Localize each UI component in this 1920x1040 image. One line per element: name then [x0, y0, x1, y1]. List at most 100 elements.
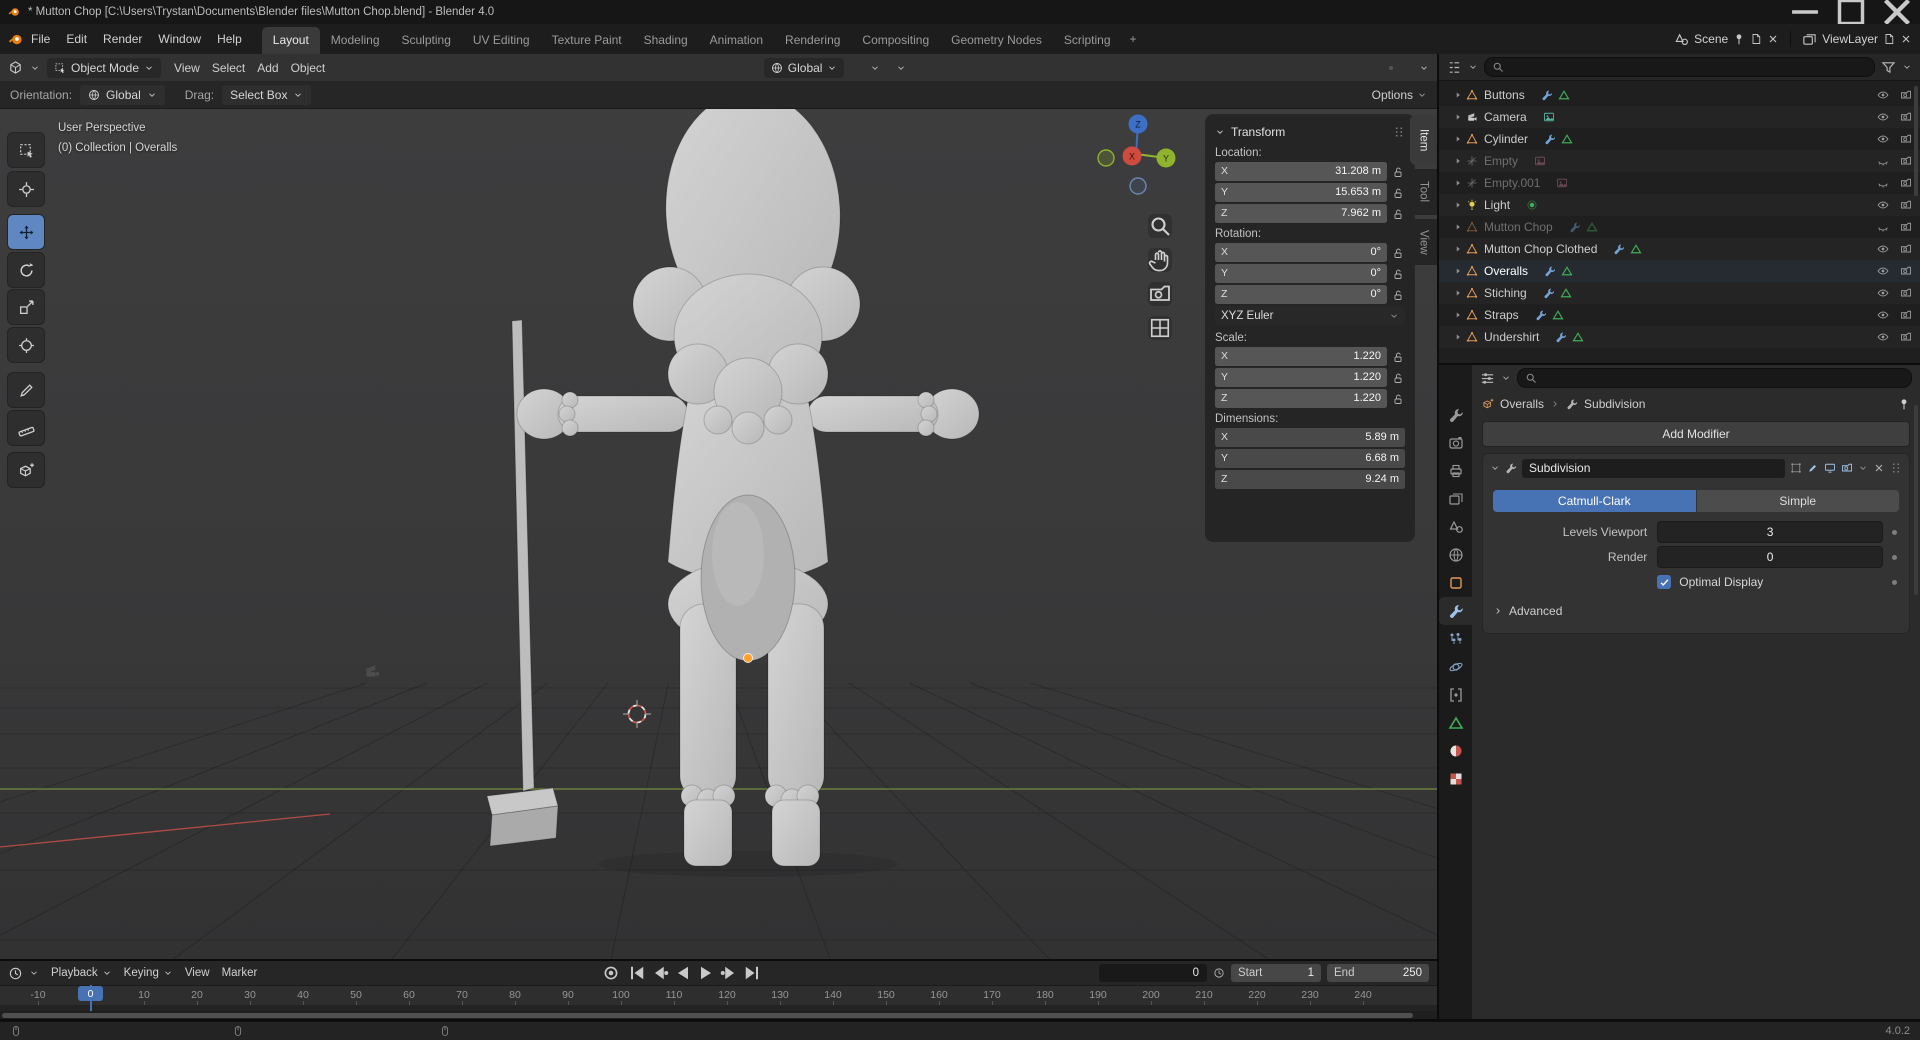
menu-render[interactable]: Render — [95, 28, 150, 50]
properties-tab-render[interactable] — [1439, 429, 1472, 457]
realtime-toggle-icon[interactable] — [1824, 462, 1836, 474]
blender-menu-icon[interactable] — [8, 32, 23, 47]
preview-range-clock-icon[interactable] — [1213, 967, 1225, 979]
properties-tab-scene[interactable] — [1439, 513, 1472, 541]
tool-add-cube[interactable] — [8, 453, 44, 487]
expand-icon[interactable] — [1453, 134, 1463, 144]
outliner-item-buttons[interactable]: Buttons — [1439, 84, 1920, 106]
camera-visibility-icon[interactable] — [1900, 265, 1912, 277]
timeline-menu-marker[interactable]: Marker — [216, 965, 264, 981]
scene-icon[interactable] — [1674, 32, 1689, 47]
editor-type-timeline-icon[interactable] — [8, 966, 23, 981]
shading-solid-button[interactable] — [1389, 66, 1393, 70]
lock-icon[interactable] — [1391, 351, 1405, 363]
outliner-scrollbar[interactable] — [1914, 86, 1918, 196]
breadcrumb-object[interactable]: Overalls — [1500, 397, 1544, 411]
rotation-mode-dropdown[interactable]: XYZ Euler — [1215, 306, 1405, 325]
workspace-tab-scripting[interactable]: Scripting — [1053, 27, 1122, 54]
menu-window[interactable]: Window — [150, 28, 209, 50]
workspace-tab-rendering[interactable]: Rendering — [774, 27, 851, 54]
expand-icon[interactable] — [1453, 178, 1463, 188]
properties-tab-material[interactable] — [1439, 737, 1472, 765]
chevron-down-icon[interactable] — [1215, 127, 1225, 137]
play-button[interactable] — [696, 964, 716, 982]
optimal-display-checkbox[interactable] — [1657, 575, 1671, 589]
expand-icon[interactable] — [1453, 200, 1463, 210]
camera-visibility-icon[interactable] — [1900, 243, 1912, 255]
dimensions-y-field[interactable]: Y6.68 m — [1215, 449, 1405, 468]
outliner-item-camera[interactable]: Camera — [1439, 106, 1920, 128]
minimize-button[interactable] — [1782, 0, 1828, 24]
shading-wireframe-button[interactable] — [1379, 66, 1383, 70]
properties-tab-object[interactable] — [1439, 569, 1472, 597]
shading-rendered-button[interactable] — [1409, 66, 1413, 70]
lock-icon[interactable] — [1391, 268, 1405, 280]
tool-select-box[interactable] — [8, 133, 44, 167]
expand-icon[interactable] — [1453, 288, 1463, 298]
scene-selector[interactable]: Scene — [1694, 32, 1728, 46]
eye-open-icon[interactable] — [1877, 331, 1889, 343]
camera-visibility-icon[interactable] — [1900, 287, 1912, 299]
outliner-item-empty-001[interactable]: Empty.001 — [1439, 172, 1920, 194]
scale-x-field[interactable]: X1.220 — [1215, 347, 1387, 366]
viewport-menu-object[interactable]: Object — [285, 58, 332, 78]
menu-edit[interactable]: Edit — [58, 28, 95, 50]
workspace-tab-shading[interactable]: Shading — [633, 27, 699, 54]
pivot-point-button[interactable] — [850, 66, 854, 70]
camera-visibility-icon[interactable] — [1900, 221, 1912, 233]
outliner-item-undershirt[interactable]: Undershirt — [1439, 326, 1920, 348]
orientation-dropdown[interactable]: Global — [80, 85, 165, 105]
workspace-tab-compositing[interactable]: Compositing — [851, 27, 940, 54]
sidebar-tab-view[interactable]: View — [1410, 219, 1437, 265]
timeline-ruler[interactable]: -100102030405060708090100110120130140150… — [0, 985, 1437, 1006]
expand-icon[interactable] — [1453, 310, 1463, 320]
playhead-frame-badge[interactable]: 0 — [78, 986, 103, 1001]
remove-view-layer-icon[interactable] — [1900, 33, 1912, 45]
pin-icon[interactable] — [1898, 398, 1910, 410]
chevron-down-icon[interactable] — [1490, 463, 1500, 473]
transform-panel-title[interactable]: Transform — [1231, 125, 1285, 139]
shading-material-button[interactable] — [1399, 66, 1403, 70]
transform-orientation-dropdown[interactable]: Global — [764, 58, 845, 78]
expand-icon[interactable] — [1453, 156, 1463, 166]
camera-visibility-icon[interactable] — [1900, 199, 1912, 211]
play-rev-button[interactable] — [673, 964, 693, 982]
editor-type-outliner-icon[interactable] — [1447, 60, 1462, 75]
navigation-gizmo[interactable]: Z X Y — [1094, 112, 1178, 196]
mode-dropdown[interactable]: Object Mode — [47, 58, 161, 78]
outliner-search-input[interactable] — [1484, 57, 1875, 77]
properties-tab-viewlayer[interactable] — [1439, 485, 1472, 513]
location-x-field[interactable]: X31.208 m — [1215, 162, 1387, 181]
animate-dot[interactable] — [1892, 580, 1897, 585]
viewport-menu-select[interactable]: Select — [206, 58, 251, 78]
chevron-down-icon[interactable] — [870, 63, 880, 73]
tool-scale[interactable] — [8, 290, 44, 324]
properties-tab-physics[interactable] — [1439, 653, 1472, 681]
menu-file[interactable]: File — [23, 28, 58, 50]
location-z-field[interactable]: Z7.962 m — [1215, 204, 1387, 223]
gizmos-button[interactable] — [1349, 66, 1353, 70]
chevron-down-icon[interactable] — [1419, 63, 1429, 73]
tool-rotate[interactable] — [8, 253, 44, 287]
workspace-tab-geometry-nodes[interactable]: Geometry Nodes — [940, 27, 1053, 54]
workspace-tab-animation[interactable]: Animation — [699, 27, 774, 54]
workspace-tab-sculpting[interactable]: Sculpting — [391, 27, 462, 54]
lock-icon[interactable] — [1391, 208, 1405, 220]
expand-icon[interactable] — [1453, 266, 1463, 276]
outliner-item-cylinder[interactable]: Cylinder — [1439, 128, 1920, 150]
lock-icon[interactable] — [1391, 166, 1405, 178]
pin-scene-icon[interactable] — [1733, 33, 1745, 45]
dimensions-x-field[interactable]: X5.89 m — [1215, 428, 1405, 447]
viewport-hand-button[interactable] — [1148, 248, 1172, 272]
expand-icon[interactable] — [1453, 332, 1463, 342]
tool-transform[interactable] — [8, 328, 44, 362]
properties-tab-output[interactable] — [1439, 457, 1472, 485]
properties-search-input[interactable] — [1517, 368, 1912, 388]
tool-cursor[interactable] — [8, 172, 44, 206]
overlays-button[interactable] — [1359, 66, 1363, 70]
camera-visibility-icon[interactable] — [1900, 89, 1912, 101]
view-layer-selector[interactable]: ViewLayer — [1822, 32, 1878, 46]
eye-open-icon[interactable] — [1877, 287, 1889, 299]
eye-open-icon[interactable] — [1877, 199, 1889, 211]
unlink-scene-icon[interactable] — [1767, 33, 1779, 45]
